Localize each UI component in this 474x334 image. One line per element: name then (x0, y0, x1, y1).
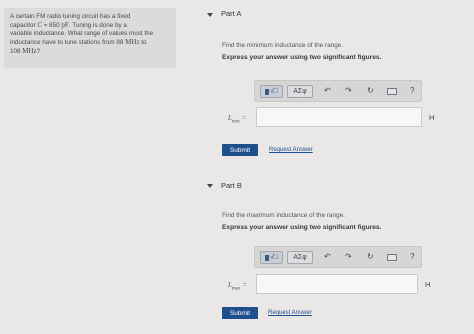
part-a-title[interactable]: Part A (221, 9, 241, 18)
reset-icon[interactable]: ↻ (367, 86, 374, 95)
part-a-unit: H (429, 113, 435, 122)
problem-line-2: capacitor C = 850 pF. Tuning is done by … (10, 21, 170, 30)
greek-symbols-button[interactable]: ΑΣφ (287, 85, 313, 98)
keyboard-icon[interactable] (387, 88, 397, 95)
templates-label: √□ (269, 88, 279, 95)
problem-line-3: variable inductance. What range of value… (10, 30, 154, 37)
part-b-answer-input[interactable] (256, 274, 418, 294)
part-b-request-answer-link[interactable]: Request Answer (268, 310, 312, 316)
redo-icon[interactable]: ↷ (345, 252, 352, 261)
problem-text: inductance have to tune stations from 88 (10, 39, 126, 46)
collapse-caret-icon[interactable] (207, 184, 213, 188)
problem-line-1: A certain FM radio tuning circuit has a … (10, 13, 131, 20)
template-square-icon (264, 88, 269, 95)
keyboard-icon[interactable] (387, 254, 397, 261)
problem-text: to (139, 39, 147, 46)
part-b-submit-button[interactable]: Submit (222, 307, 258, 319)
undo-icon[interactable]: ↶ (324, 86, 331, 95)
part-a-variable-label: Lmin = (228, 114, 246, 124)
problem-line-5: 108 MHz? (10, 47, 170, 56)
part-b-prompt: Find the maximum inductance of the range… (222, 212, 345, 219)
problem-text: 108 (10, 48, 23, 55)
part-a-math-toolbar: √□ ΑΣφ ↶ ↷ ↻ ? (254, 80, 422, 102)
part-b-instruction: Express your answer using two significan… (222, 224, 382, 231)
problem-text: = 850 (41, 22, 62, 29)
frequency-unit: MHz (125, 38, 140, 46)
variable-subscript: min (231, 119, 240, 125)
part-b-math-toolbar: √□ ΑΣφ ↶ ↷ ↻ ? (254, 246, 422, 268)
redo-icon[interactable]: ↷ (345, 86, 352, 95)
templates-label: √□ (269, 254, 279, 261)
frequency-unit: MHz (22, 47, 37, 55)
equals-sign: = (242, 281, 247, 289)
part-a-answer-input[interactable] (256, 107, 422, 127)
template-square-icon (264, 254, 269, 261)
templates-button[interactable]: √□ (260, 251, 283, 264)
problem-text: capacitor (10, 22, 38, 29)
reset-icon[interactable]: ↻ (367, 252, 374, 261)
variable-subscript: max (231, 286, 241, 292)
part-b-title[interactable]: Part B (221, 181, 242, 190)
problem-text: ? (36, 48, 41, 55)
equals-sign: = (241, 114, 247, 122)
part-a-instruction: Express your answer using two significan… (222, 54, 382, 61)
greek-symbols-button[interactable]: ΑΣφ (287, 251, 313, 264)
collapse-caret-icon[interactable] (207, 13, 213, 17)
problem-statement: A certain FM radio tuning circuit has a … (4, 8, 176, 68)
part-a-request-answer-link[interactable]: Request Answer (269, 147, 313, 153)
help-icon[interactable]: ? (410, 252, 414, 261)
part-a-prompt: Find the minimum inductance of the range… (222, 42, 344, 49)
part-b-variable-label: Lmax = (228, 281, 247, 291)
undo-icon[interactable]: ↶ (324, 252, 331, 261)
templates-button[interactable]: √□ (260, 85, 283, 98)
capacitance-unit: pF (61, 21, 69, 29)
problem-text: . Tuning is done by a (68, 22, 127, 29)
part-a-submit-button[interactable]: Submit (222, 144, 258, 156)
part-b-unit: H (425, 280, 431, 289)
problem-line-4: inductance have to tune stations from 88… (10, 38, 170, 47)
help-icon[interactable]: ? (410, 86, 414, 95)
